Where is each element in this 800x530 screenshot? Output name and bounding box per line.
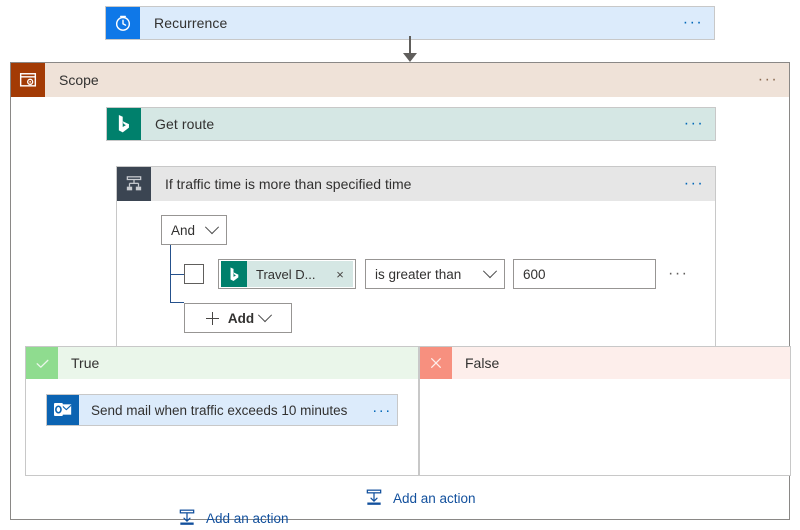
add-action-label: Add an action [206,511,289,526]
condition-row-overflow-menu[interactable]: ··· [668,265,688,283]
plus-icon [206,312,219,325]
chevron-down-icon [483,264,497,278]
branch-true: True Send mail when traffic exceeds 10 m… [25,346,419,476]
scope-header[interactable]: Scope ··· [11,63,789,97]
add-step-icon [176,507,198,529]
logical-operator-value: And [171,223,195,238]
condition-body: And Travel D... × [117,201,715,349]
outlook-icon [47,395,79,425]
action-card-get-route[interactable]: Get route ··· [106,107,716,141]
add-action-label: Add an action [393,491,476,506]
get-route-title: Get route [141,108,677,140]
get-route-overflow-menu[interactable]: ··· [677,108,715,140]
add-step-icon [363,487,385,509]
action-card-send-mail[interactable]: Send mail when traffic exceeds 10 minute… [46,394,398,426]
token-label: Travel D... [247,267,330,282]
scope-overflow-menu[interactable]: ··· [751,63,789,97]
condition-add-button[interactable]: Add [184,303,292,333]
trigger-title: Recurrence [140,7,676,39]
scope-container: Scope ··· Get route ··· [10,62,790,520]
condition-add-label: Add [228,311,254,326]
trigger-card-recurrence[interactable]: Recurrence ··· [105,6,715,40]
send-mail-title: Send mail when traffic exceeds 10 minute… [79,395,367,425]
logical-operator-select[interactable]: And [161,215,227,245]
clock-icon [106,7,140,39]
connector-arrow-trigger-to-scope [399,36,421,62]
checkmark-icon [26,347,58,379]
send-mail-overflow-menu[interactable]: ··· [367,395,397,425]
condition-row-checkbox[interactable] [184,264,204,284]
condition-header[interactable]: If traffic time is more than specified t… [117,167,715,201]
scope-title: Scope [45,63,751,97]
branch-false-label: False [452,347,790,379]
condition-operator-select[interactable]: is greater than [365,259,505,289]
condition-overflow-menu[interactable]: ··· [677,167,715,201]
condition-row: Travel D... × is greater than 600 ··· [184,259,715,289]
condition-left-operand-field[interactable]: Travel D... × [218,259,356,289]
branch-false-header: False [420,347,790,379]
condition-icon [117,167,151,201]
bing-maps-icon [221,261,247,287]
condition-operator-value: is greater than [375,267,461,282]
scope-icon [11,63,45,97]
trigger-overflow-menu[interactable]: ··· [676,7,714,39]
branch-true-label: True [58,347,418,379]
branch-false: False Add an action [419,346,791,476]
dynamic-content-token[interactable]: Travel D... × [221,261,353,287]
bing-maps-icon [107,108,141,140]
condition-bracket-branch-row [170,274,184,275]
condition-bracket-branch-add [170,302,184,303]
token-remove-icon[interactable]: × [330,267,353,282]
condition-block: If traffic time is more than specified t… [116,166,716,350]
chevron-down-icon [205,220,219,234]
condition-value-input[interactable]: 600 [513,259,656,289]
chevron-down-icon [258,308,272,322]
condition-title: If traffic time is more than specified t… [151,167,677,201]
add-action-link-true-branch[interactable]: Add an action [176,507,289,529]
close-x-icon [420,347,452,379]
branch-true-header: True [26,347,418,379]
add-action-link-scope[interactable]: Add an action [363,487,476,509]
